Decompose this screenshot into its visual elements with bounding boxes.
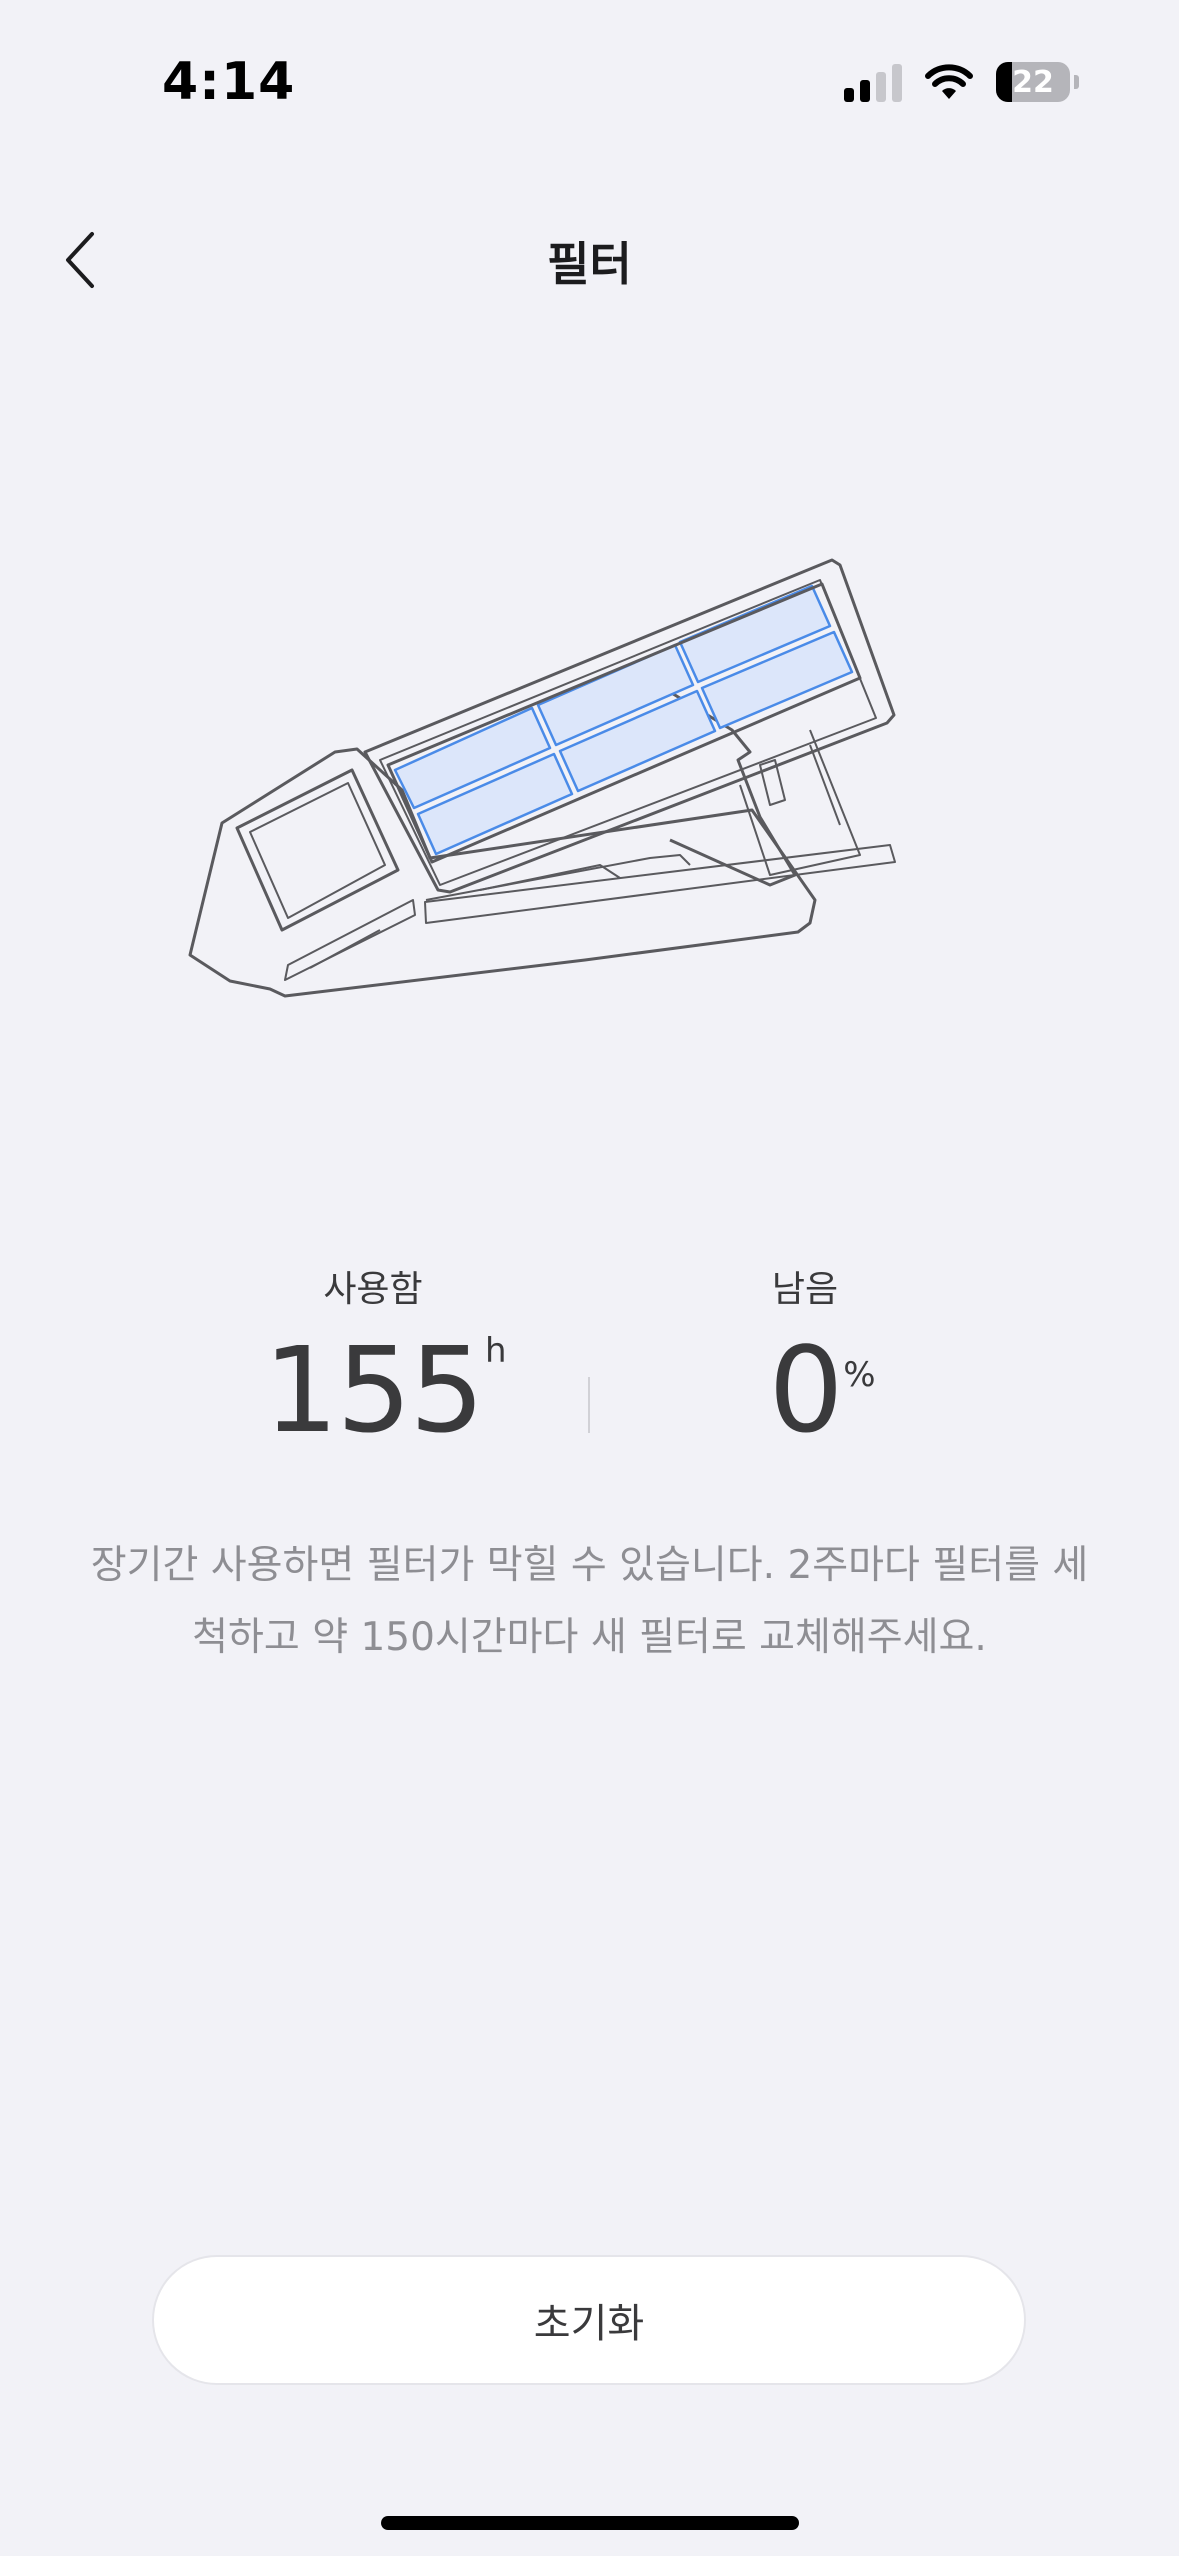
stat-remaining-unit: % <box>843 1355 876 1395</box>
stat-used-value-wrap: 155 h <box>263 1325 506 1455</box>
stat-used-unit: h <box>485 1331 507 1371</box>
stat-used-value: 155 <box>263 1321 484 1459</box>
battery-icon: 22 <box>996 62 1070 102</box>
home-indicator[interactable] <box>381 2516 799 2530</box>
page-title: 필터 <box>547 237 632 291</box>
nav-bar: 필터 <box>0 200 1179 320</box>
stats-divider <box>588 1377 590 1433</box>
status-time: 4:14 <box>162 52 296 112</box>
filter-illustration <box>188 558 896 998</box>
status-icons: 22 <box>844 62 1079 102</box>
stat-remaining-value-wrap: 0 % <box>768 1325 875 1455</box>
cellular-signal-icon <box>844 62 902 102</box>
filter-stats: 사용함 155 h 남음 0 % <box>0 1265 1179 1465</box>
status-bar: 4:14 22 <box>0 0 1179 170</box>
battery-cap <box>1074 75 1079 89</box>
stat-used-label: 사용함 <box>323 1269 423 1310</box>
reset-button[interactable]: 초기화 <box>152 2255 1026 2385</box>
stat-remaining: 남음 0 % <box>605 1265 1005 1455</box>
wifi-icon <box>925 64 973 99</box>
stat-remaining-label: 남음 <box>771 1269 839 1310</box>
stat-used: 사용함 155 h <box>173 1265 573 1455</box>
battery-level: 22 <box>1012 64 1054 100</box>
stat-remaining-value: 0 <box>768 1321 843 1459</box>
filter-description: 장기간 사용하면 필터가 막힐 수 있습니다. 2주마다 필터를 세척하고 약 … <box>90 1543 1089 1660</box>
